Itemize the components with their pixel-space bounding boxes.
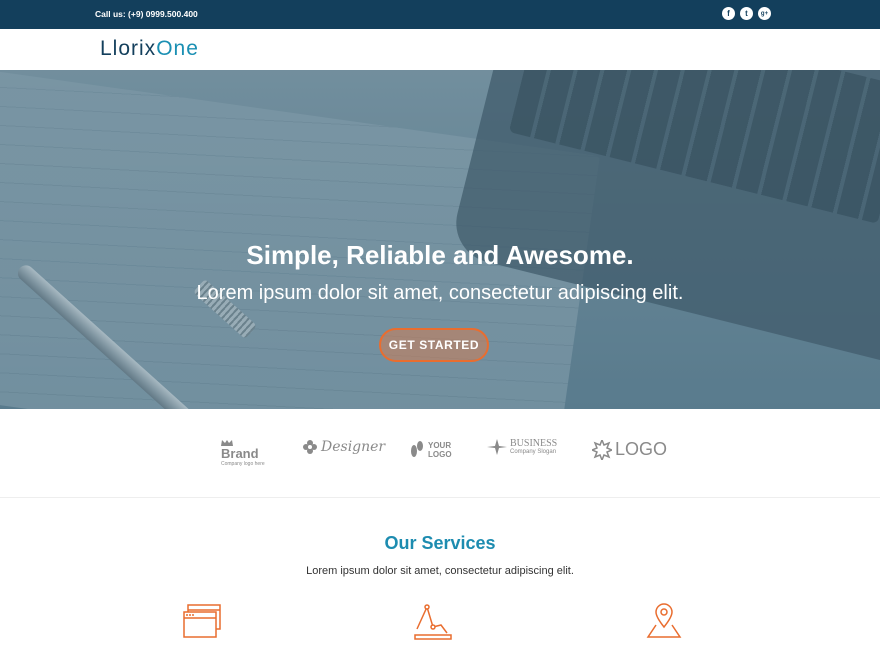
social-links: f t g+	[722, 7, 771, 20]
brand-logo-text: Brand	[221, 446, 259, 461]
top-bar: Call us: (+9) 0999.500.400 f t g+	[0, 0, 880, 29]
business-logo-tagline: Company Slogan	[510, 449, 557, 455]
hero-title: Simple, Reliable and Awesome.	[246, 240, 634, 270]
services-subtitle: Lorem ipsum dolor sit amet, consectetur …	[306, 565, 574, 577]
services-title: Our Services	[384, 533, 496, 553]
brand-logo: Brand Company logo here	[221, 440, 265, 467]
hero-section: Simple, Reliable and Awesome. Lorem ipsu…	[0, 70, 880, 409]
map-pin-icon	[646, 603, 682, 638]
your-logo: YOUR LOGO	[409, 439, 452, 461]
facebook-icon[interactable]: f	[722, 7, 735, 20]
logo-text-part1: Llorix	[100, 37, 157, 60]
your-logo-line2: LOGO	[428, 450, 452, 459]
your-logo-text: YOUR LOGO	[428, 441, 452, 459]
brand-logo-tagline: Company logo here	[221, 461, 265, 467]
twitter-icon[interactable]: t	[740, 7, 753, 20]
line-chart-icon	[414, 604, 452, 640]
starburst-icon	[592, 439, 612, 460]
business-logo: BUSINESS Company Slogan	[487, 439, 557, 455]
designer-logo: Designer	[302, 439, 385, 455]
your-logo-line1: YOUR	[428, 441, 452, 450]
footprint-icon	[411, 441, 423, 457]
client-logos: Brand Company logo here Designer YOUR LOG…	[0, 409, 880, 498]
hero-subtitle: Lorem ipsum dolor sit amet, consectetur …	[196, 282, 684, 304]
leaf-icon	[487, 439, 507, 455]
generic-logo: LOGO	[592, 439, 667, 460]
flower-icon	[303, 440, 317, 454]
site-logo[interactable]: LlorixOne	[100, 37, 199, 61]
designer-logo-text: Designer	[321, 439, 386, 455]
business-logo-text-group: BUSINESS Company Slogan	[510, 438, 558, 456]
phone-number: Call us: (+9) 0999.500.400	[95, 9, 198, 19]
logo-text-part2: One	[156, 37, 199, 60]
generic-logo-text: LOGO	[615, 439, 668, 459]
business-logo-text: BUSINESS	[510, 438, 558, 449]
browser-windows-icon	[183, 604, 221, 638]
get-started-button[interactable]: GET STARTED	[379, 328, 489, 362]
site-header: LlorixOne	[0, 29, 880, 71]
googleplus-icon[interactable]: g+	[758, 7, 771, 20]
